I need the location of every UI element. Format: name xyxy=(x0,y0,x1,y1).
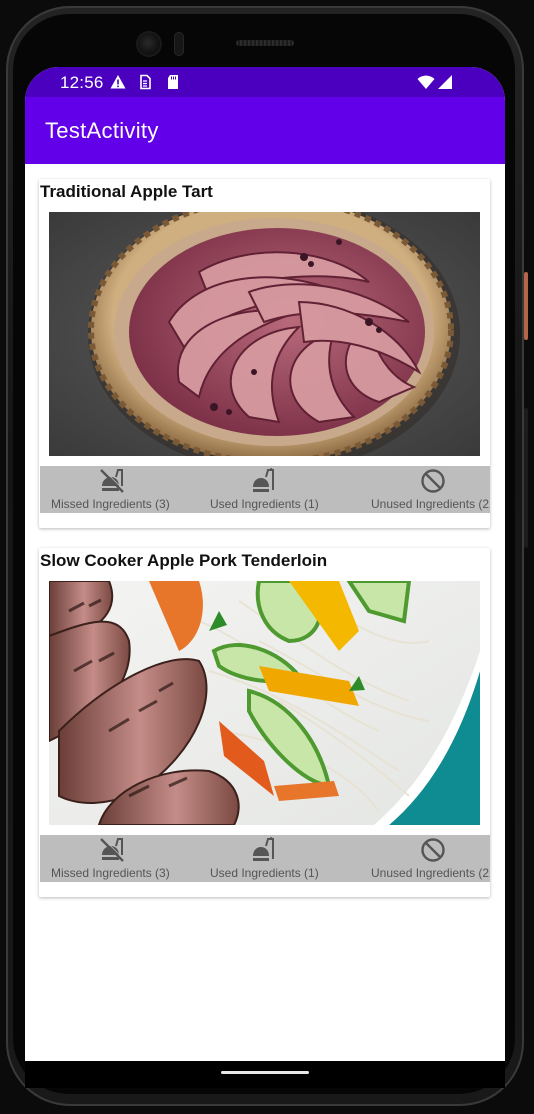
missed-ingredients-button[interactable]: Missed Ingredients (3) xyxy=(40,835,190,882)
missed-ingredients-label: Missed Ingredients (3) xyxy=(51,866,170,880)
screen: 12:56 TestActivity Traditional Apple Tar… xyxy=(25,67,505,1061)
recipe-list[interactable]: Traditional Apple Tart Missed Ingredient… xyxy=(25,164,505,1061)
ingredient-action-bar: Missed Ingredients (3) Used Ingredients … xyxy=(40,466,490,513)
wifi-icon xyxy=(417,75,435,89)
used-ingredients-button[interactable]: Used Ingredients (1) xyxy=(190,835,340,882)
used-ingredients-button[interactable]: Used Ingredients (1) xyxy=(190,466,340,513)
earpiece-speaker xyxy=(236,40,294,46)
recipe-card[interactable]: Slow Cooker Apple Pork Tenderloin Missed… xyxy=(39,548,490,897)
block-icon xyxy=(421,469,445,493)
used-ingredients-label: Used Ingredients (1) xyxy=(210,497,319,511)
recipe-title: Slow Cooker Apple Pork Tenderloin xyxy=(40,551,328,570)
recipe-image[interactable] xyxy=(49,212,480,456)
no-food-icon xyxy=(100,837,125,862)
recipe-card[interactable]: Traditional Apple Tart Missed Ingredient… xyxy=(39,179,490,528)
apple-tart-photo xyxy=(49,212,480,456)
fastfood-icon xyxy=(253,837,274,861)
home-gesture-handle[interactable] xyxy=(221,1071,309,1074)
signal-icon xyxy=(438,75,452,89)
volume-rocker[interactable] xyxy=(524,408,528,548)
proximity-sensor xyxy=(174,32,184,56)
warning-icon xyxy=(110,75,126,89)
front-camera xyxy=(138,33,160,55)
pork-tenderloin-noodle-salad-photo xyxy=(49,581,480,825)
unused-ingredients-label: Unused Ingredients (2 xyxy=(371,866,490,880)
recipe-image[interactable] xyxy=(49,581,480,825)
navigation-bar xyxy=(25,1061,505,1088)
unused-ingredients-button[interactable]: Unused Ingredients (2 xyxy=(340,835,490,882)
ingredient-action-bar: Missed Ingredients (3) Used Ingredients … xyxy=(40,835,490,882)
unused-ingredients-label: Unused Ingredients (2 xyxy=(371,497,490,511)
recipe-title: Traditional Apple Tart xyxy=(40,182,213,201)
sd-card-icon xyxy=(168,75,178,89)
app-title: TestActivity xyxy=(45,118,159,143)
status-time: 12:56 xyxy=(60,73,104,92)
app-bar: TestActivity xyxy=(25,97,505,164)
missed-ingredients-label: Missed Ingredients (3) xyxy=(51,497,170,511)
sim-card-icon xyxy=(140,74,151,90)
no-food-icon xyxy=(100,468,125,493)
status-bar: 12:56 xyxy=(25,67,505,97)
phone-device: 12:56 TestActivity Traditional Apple Tar… xyxy=(0,0,534,1114)
block-icon xyxy=(421,838,445,862)
missed-ingredients-button[interactable]: Missed Ingredients (3) xyxy=(40,466,190,513)
power-button[interactable] xyxy=(524,272,528,340)
unused-ingredients-button[interactable]: Unused Ingredients (2 xyxy=(340,466,490,513)
used-ingredients-label: Used Ingredients (1) xyxy=(210,866,319,880)
fastfood-icon xyxy=(253,468,274,492)
